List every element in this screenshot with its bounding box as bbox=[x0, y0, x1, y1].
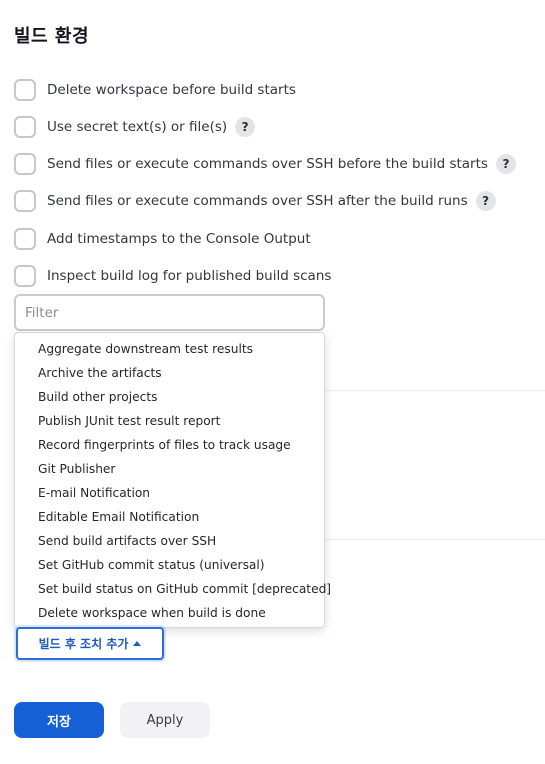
add-post-build-action-label: 빌드 후 조치 추가 bbox=[38, 637, 129, 651]
help-icon[interactable]: ? bbox=[475, 191, 496, 211]
option-label[interactable]: Use secret text(s) or file(s) bbox=[47, 119, 227, 135]
section-divider bbox=[325, 539, 545, 540]
option-secret-text[interactable]: Use secret text(s) or file(s) ? bbox=[14, 115, 256, 139]
help-icon[interactable]: ? bbox=[235, 117, 256, 137]
menu-item-delete-workspace[interactable]: Delete workspace when build is done bbox=[15, 601, 324, 625]
option-ssh-after[interactable]: Send files or execute commands over SSH … bbox=[14, 189, 496, 213]
help-icon[interactable]: ? bbox=[495, 154, 516, 174]
option-label[interactable]: Send files or execute commands over SSH … bbox=[47, 193, 468, 209]
menu-item-email-notification[interactable]: E-mail Notification bbox=[15, 481, 324, 505]
option-label[interactable]: Send files or execute commands over SSH … bbox=[47, 156, 488, 172]
checkbox[interactable] bbox=[14, 116, 36, 138]
menu-item-build-other-projects[interactable]: Build other projects bbox=[15, 385, 324, 409]
menu-item-archive-artifacts[interactable]: Archive the artifacts bbox=[15, 361, 324, 385]
menu-item-publish-junit[interactable]: Publish JUnit test result report bbox=[15, 409, 324, 433]
menu-item-github-build-status[interactable]: Set build status on GitHub commit [depre… bbox=[15, 577, 331, 601]
caret-up-icon bbox=[133, 641, 142, 646]
checkbox[interactable] bbox=[14, 79, 36, 101]
menu-item-github-commit-status[interactable]: Set GitHub commit status (universal) bbox=[15, 553, 324, 577]
menu-item-send-artifacts-ssh[interactable]: Send build artifacts over SSH bbox=[15, 529, 324, 553]
checkbox[interactable] bbox=[14, 190, 36, 212]
menu-item-record-fingerprints[interactable]: Record fingerprints of files to track us… bbox=[15, 433, 324, 457]
apply-button[interactable]: Apply bbox=[120, 702, 210, 738]
section-divider bbox=[325, 390, 545, 391]
option-label[interactable]: Delete workspace before build starts bbox=[47, 82, 296, 98]
menu-item-git-publisher[interactable]: Git Publisher bbox=[15, 457, 324, 481]
option-label[interactable]: Inspect build log for published build sc… bbox=[47, 268, 331, 284]
option-label[interactable]: Add timestamps to the Console Output bbox=[47, 231, 311, 247]
option-build-scans[interactable]: Inspect build log for published build sc… bbox=[14, 264, 331, 288]
option-delete-workspace[interactable]: Delete workspace before build starts bbox=[14, 78, 296, 102]
post-build-actions-menu: Aggregate downstream test results Archiv… bbox=[14, 332, 331, 628]
menu-item-editable-email[interactable]: Editable Email Notification bbox=[15, 505, 324, 529]
filter-input[interactable] bbox=[14, 294, 325, 331]
checkbox[interactable] bbox=[14, 265, 36, 287]
menu-item-aggregate-test-results[interactable]: Aggregate downstream test results bbox=[15, 337, 324, 361]
save-button[interactable]: 저장 bbox=[14, 702, 104, 738]
option-timestamps[interactable]: Add timestamps to the Console Output bbox=[14, 227, 311, 251]
section-title-build-environment: 빌드 환경 bbox=[14, 26, 90, 47]
add-post-build-action-button[interactable]: 빌드 후 조치 추가 bbox=[16, 627, 164, 660]
checkbox[interactable] bbox=[14, 153, 36, 175]
checkbox[interactable] bbox=[14, 228, 36, 250]
option-ssh-before[interactable]: Send files or execute commands over SSH … bbox=[14, 152, 516, 176]
